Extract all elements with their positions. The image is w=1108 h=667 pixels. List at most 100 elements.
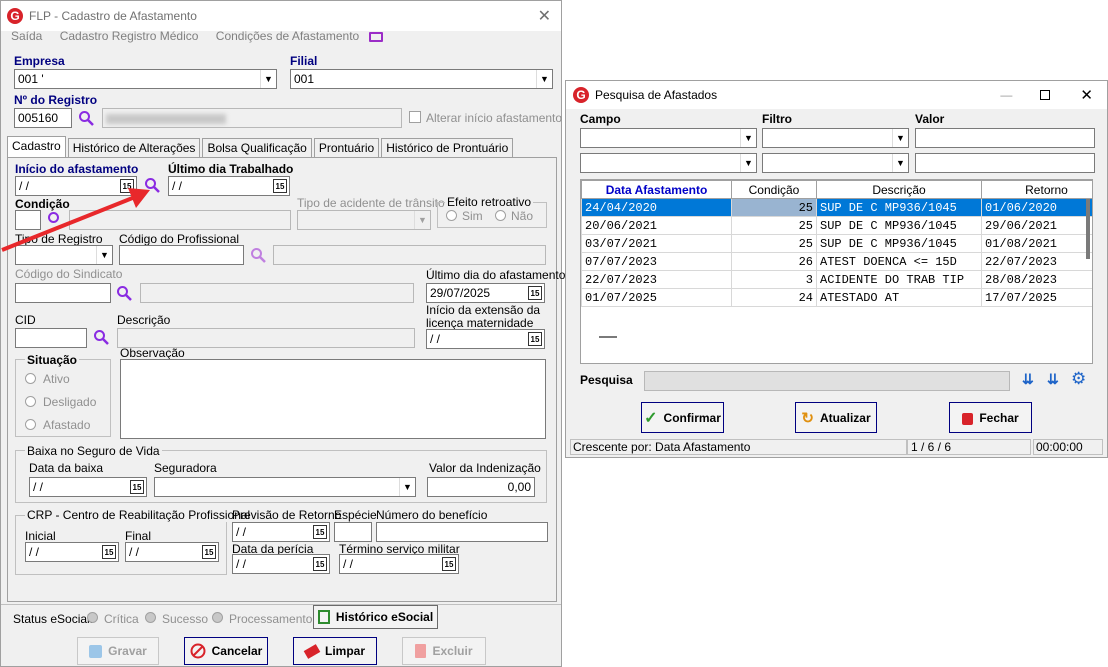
results-grid[interactable]: Data Afastamento Condição Descrição Reto…: [580, 179, 1093, 364]
fechar-button[interactable]: Fechar: [949, 402, 1032, 433]
minimize-icon[interactable]: —: [1000, 88, 1012, 102]
cell-data: 22/07/2023: [581, 270, 732, 289]
table-row[interactable]: 03/07/2021 25 SUP DE C MP936/1045 01/08/…: [581, 234, 1092, 253]
close-icon[interactable]: ✕: [1080, 86, 1093, 104]
table-row[interactable]: 24/04/2020 25 SUP DE C MP936/1045 01/06/…: [581, 198, 1092, 217]
inicio-afastamento-label: Início do afastamento: [15, 162, 139, 176]
filtro-select-1[interactable]: ▼: [762, 128, 909, 148]
limpar-button[interactable]: Limpar: [293, 637, 377, 665]
title-bar: G FLP - Cadastro de Afastamento ✕: [1, 1, 561, 31]
search-icon[interactable]: [93, 329, 109, 345]
ativo-radio[interactable]: [25, 373, 36, 384]
calendar-icon[interactable]: 15: [102, 545, 116, 559]
termino-servico-value: / /: [343, 557, 354, 571]
codigo-sindicato-input[interactable]: [15, 283, 111, 303]
col-data-afastamento[interactable]: Data Afastamento: [581, 180, 732, 199]
historico-esocial-button[interactable]: Histórico eSocial: [313, 605, 438, 629]
nao-label: Não: [511, 209, 534, 223]
tipo-acidente-select[interactable]: ▼: [297, 210, 431, 230]
sucesso-label: Sucesso: [162, 612, 209, 626]
data-baixa-input[interactable]: / / 15: [29, 477, 147, 497]
trash-icon: [415, 644, 427, 658]
maximize-icon[interactable]: [1040, 90, 1051, 100]
search-icon[interactable]: [250, 247, 266, 263]
calendar-icon[interactable]: 15: [442, 557, 456, 571]
especie-input[interactable]: [334, 522, 372, 542]
cell-condicao: 25: [731, 216, 817, 235]
calendar-icon[interactable]: 15: [313, 525, 327, 539]
chevron-down-icon: ▼: [399, 478, 415, 496]
tab-prontuario[interactable]: Prontuário: [313, 138, 380, 158]
gear-icon[interactable]: ⚙: [1071, 369, 1086, 389]
monitor-icon[interactable]: [368, 31, 383, 42]
chevron-double-down-underline-icon[interactable]: ⇊: [1047, 371, 1059, 388]
search-icon[interactable]: [116, 285, 132, 301]
menu-saida[interactable]: Saída: [11, 29, 42, 43]
tab-bolsa-qualificacao[interactable]: Bolsa Qualificação: [202, 138, 312, 158]
atualizar-button[interactable]: ↻ Atualizar: [795, 402, 877, 433]
table-row[interactable]: 20/06/2021 25 SUP DE C MP936/1045 29/06/…: [581, 216, 1092, 235]
termino-servico-input[interactable]: / / 15: [339, 554, 459, 574]
col-retorno[interactable]: Retorno: [981, 180, 1092, 199]
calendar-icon[interactable]: 15: [273, 179, 287, 193]
desligado-radio[interactable]: [25, 396, 36, 407]
numero-beneficio-input[interactable]: [376, 522, 548, 542]
tab-cadastro[interactable]: Cadastro: [7, 136, 66, 158]
calendar-icon[interactable]: 15: [528, 332, 542, 346]
filtro-label: Filtro: [762, 112, 792, 126]
calendar-icon[interactable]: 15: [202, 545, 216, 559]
observacao-textarea[interactable]: [120, 359, 546, 439]
empresa-select[interactable]: 001 ' ▼: [14, 69, 277, 89]
tab-historico-prontuario[interactable]: Histórico de Prontuário: [381, 138, 514, 158]
filtro-select-2[interactable]: ▼: [762, 153, 909, 173]
campo-select-2[interactable]: ▼: [580, 153, 757, 173]
ultimo-dia-afastamento-input[interactable]: 29/07/2025 15: [426, 283, 545, 303]
pesquisa-input[interactable]: [644, 371, 1010, 391]
chevron-double-down-icon[interactable]: ⇊: [1022, 371, 1034, 388]
nao-radio[interactable]: [495, 210, 506, 221]
table-row[interactable]: 22/07/2023 3 ACIDENTE DO TRAB TIP 28/08/…: [581, 270, 1092, 289]
valor-input-1[interactable]: [915, 128, 1095, 148]
previsao-retorno-input[interactable]: / / 15: [232, 522, 330, 542]
table-row[interactable]: 01/07/2025 24 ATESTADO AT 17/07/2025: [581, 288, 1092, 307]
ultimo-trabalhado-label: Último dia Trabalhado: [168, 162, 294, 176]
data-baixa-value: / /: [33, 480, 44, 494]
inicio-extensao-input[interactable]: / / 15: [426, 329, 545, 349]
gravar-button[interactable]: Gravar: [77, 637, 159, 665]
crp-inicial-input[interactable]: / / 15: [25, 542, 119, 562]
inicio-extensao-label-2: licença maternidade: [426, 316, 534, 330]
vertical-scrollbar[interactable]: [1086, 199, 1090, 259]
horizontal-scrollbar[interactable]: [599, 336, 617, 338]
ultimo-trabalhado-input[interactable]: / / 15: [168, 176, 290, 196]
crp-final-input[interactable]: / / 15: [125, 542, 219, 562]
table-row[interactable]: 07/07/2023 26 ATEST DOENCA <= 15D 22/07/…: [581, 252, 1092, 271]
calendar-icon[interactable]: 15: [130, 480, 144, 494]
valor-input-2[interactable]: [915, 153, 1095, 173]
seguradora-select[interactable]: ▼: [154, 477, 416, 497]
cid-input[interactable]: [15, 328, 87, 348]
filial-select[interactable]: 001 ▼: [290, 69, 553, 89]
menu-condicoes-afastamento[interactable]: Condições de Afastamento: [216, 29, 359, 43]
alterar-inicio-checkbox[interactable]: [409, 111, 421, 123]
menu-cadastro-registro-medico[interactable]: Cadastro Registro Médico: [60, 29, 199, 43]
excluir-button[interactable]: Excluir: [402, 637, 486, 665]
cancelar-button[interactable]: Cancelar: [184, 637, 268, 665]
campo-select-1[interactable]: ▼: [580, 128, 757, 148]
codigo-sindicato-nome: [140, 283, 414, 303]
valor-indenizacao-input[interactable]: 0,00: [427, 477, 535, 497]
calendar-icon[interactable]: 15: [528, 286, 542, 300]
chevron-down-icon: ▼: [414, 211, 430, 229]
sim-radio[interactable]: [446, 210, 457, 221]
data-pericia-input[interactable]: / / 15: [232, 554, 330, 574]
col-condicao[interactable]: Condição: [731, 180, 817, 199]
col-descricao[interactable]: Descrição: [816, 180, 982, 199]
calendar-icon[interactable]: 15: [313, 557, 327, 571]
close-icon[interactable]: ✕: [538, 6, 551, 26]
codigo-sindicato-label: Código do Sindicato: [15, 267, 123, 281]
search-icon[interactable]: [78, 110, 94, 126]
registro-input[interactable]: 005160: [14, 108, 72, 128]
descricao-label: Descrição: [117, 313, 171, 327]
afastado-radio[interactable]: [25, 419, 36, 430]
tab-historico-alteracoes[interactable]: Histórico de Alterações: [67, 138, 201, 158]
confirmar-button[interactable]: ✓ Confirmar: [641, 402, 724, 433]
